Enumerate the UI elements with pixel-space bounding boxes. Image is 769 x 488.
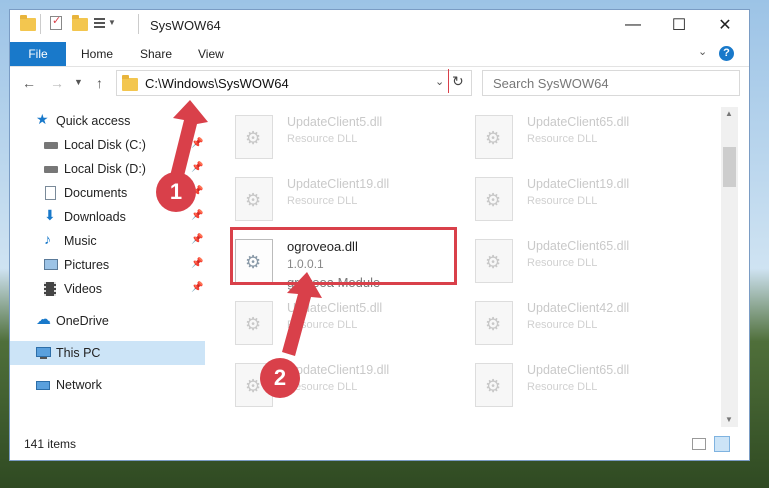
callout-badge-1: 1 xyxy=(156,172,196,212)
arrow-two xyxy=(282,272,322,356)
callout-badge-2: 2 xyxy=(260,358,300,398)
callout-arrows xyxy=(170,100,322,356)
arrow-one xyxy=(170,100,208,180)
